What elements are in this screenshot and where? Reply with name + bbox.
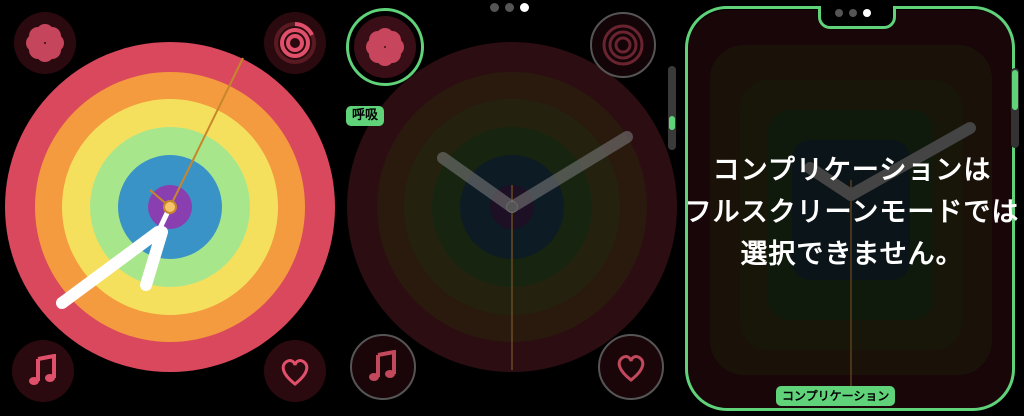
music-complication[interactable] <box>350 334 416 400</box>
scroll-indicator[interactable] <box>668 66 676 150</box>
activity-rings-icon <box>602 24 644 66</box>
complication-mode-label: コンプリケーション <box>776 386 896 406</box>
heart-rate-complication[interactable] <box>264 340 326 402</box>
watch-face-panel-edit: 呼吸 <box>340 0 680 416</box>
breathe-complication[interactable] <box>14 12 76 74</box>
watch-face-panel-fullscreen: コンプリケーションは フルスクリーンモードでは 選択できません。 コンプリケーシ… <box>680 0 1024 416</box>
page-dot-active[interactable] <box>863 9 871 17</box>
fullscreen-unavailable-message: コンプリケーションは フルスクリーンモードでは 選択できません。 <box>680 150 1024 276</box>
activity-complication[interactable] <box>264 12 326 74</box>
selected-complication-label: 呼吸 <box>346 106 385 126</box>
heart-icon <box>617 355 645 382</box>
notch <box>818 6 896 29</box>
activity-complication[interactable] <box>590 12 656 78</box>
music-note-icon <box>369 350 396 381</box>
music-note-icon <box>29 354 56 385</box>
heart-rate-complication[interactable] <box>598 334 664 400</box>
page-dot[interactable] <box>849 9 857 17</box>
page-indicator <box>835 9 871 17</box>
flower-icon <box>26 24 64 62</box>
hand-hub <box>163 200 177 214</box>
activity-rings-icon <box>274 22 316 64</box>
page-dot[interactable] <box>835 9 843 17</box>
message-line: 選択できません。 <box>740 239 964 270</box>
heart-icon <box>281 359 309 386</box>
watch-face-panel-normal <box>0 0 340 416</box>
message-line: フルスクリーンモードでは <box>684 197 1020 228</box>
scroll-indicator[interactable] <box>1011 68 1019 148</box>
music-complication[interactable] <box>12 340 74 402</box>
message-line: コンプリケーションは <box>712 155 992 186</box>
selection-ring <box>346 8 424 86</box>
